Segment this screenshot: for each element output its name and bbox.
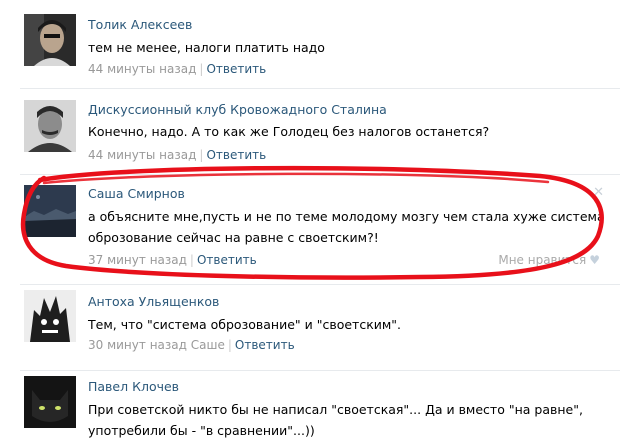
comment-text: Тем, что "система оброзование" и "своетс…	[88, 317, 402, 332]
comment-time[interactable]: 44 минуты назад	[88, 148, 196, 162]
comment-text-line: При советской никто бы не написал "своет…	[88, 402, 583, 417]
close-icon[interactable]: ✕	[593, 185, 604, 200]
comment-text-line: оброзование сейчас на равне с своетским?…	[88, 230, 379, 245]
divider	[20, 284, 620, 285]
comment-meta: 30 минут назад Саше | Ответить	[88, 338, 295, 352]
comment-text: Конечно, надо. А то как же Голодец без н…	[88, 124, 490, 139]
reply-link[interactable]: Ответить	[197, 253, 257, 267]
reply-link[interactable]: Ответить	[235, 338, 295, 352]
avatar[interactable]	[24, 185, 76, 237]
reply-link[interactable]: Ответить	[206, 62, 266, 76]
comment-text: тем не менее, налоги платить надо	[88, 40, 325, 55]
avatar[interactable]	[24, 14, 76, 66]
comment-text: При советской никто бы не написал "своет…	[88, 399, 608, 441]
comment-author[interactable]: Павел Клочев	[88, 379, 179, 394]
like-label: Мне нравится	[498, 253, 587, 267]
comment-author[interactable]: Саша Смирнов	[88, 186, 185, 201]
divider	[20, 370, 620, 371]
comment-author[interactable]: Дискуссионный клуб Кровожадного Сталина	[88, 102, 387, 117]
comment-item: Толик Алексеев тем не менее, налоги плат…	[0, 0, 620, 88]
comment-meta: 44 минуты назад | Ответить	[88, 148, 267, 162]
comment-time[interactable]: 30 минут назад	[88, 338, 187, 352]
comment-text-line: а объясните мне,пусть и не по теме молод…	[88, 209, 605, 224]
comment-meta: 37 минут назад | Ответить	[88, 253, 257, 267]
avatar[interactable]	[24, 100, 76, 152]
comment-item: Павел Клочев При советской никто бы не н…	[0, 370, 620, 447]
comment-text-line: употребили бы - "в сравнении"...))	[88, 423, 315, 438]
comment-time[interactable]: 37 минут назад	[88, 253, 187, 267]
divider	[20, 88, 620, 89]
divider	[20, 174, 620, 175]
comment-time[interactable]: 44 минуты назад	[88, 62, 196, 76]
avatar[interactable]	[24, 290, 76, 342]
reply-to[interactable]: Саше	[191, 338, 225, 352]
comment-author[interactable]: Толик Алексеев	[88, 17, 192, 32]
heart-icon: ♥	[589, 253, 600, 267]
comment-item: Дискуссионный клуб Кровожадного Сталина …	[0, 88, 620, 174]
comment-text: а объясните мне,пусть и не по теме молод…	[88, 206, 608, 248]
comment-item: Саша Смирнов ✕ а объясните мне,пусть и н…	[0, 174, 620, 284]
avatar[interactable]	[24, 376, 76, 428]
comment-meta: 44 минуты назад | Ответить	[88, 62, 267, 76]
like-button[interactable]: Мне нравится ♥	[498, 253, 600, 267]
reply-link[interactable]: Ответить	[206, 148, 266, 162]
comment-author[interactable]: Антоха Ульященков	[88, 294, 219, 309]
comment-item: Антоха Ульященков Тем, что "система обро…	[0, 284, 620, 370]
